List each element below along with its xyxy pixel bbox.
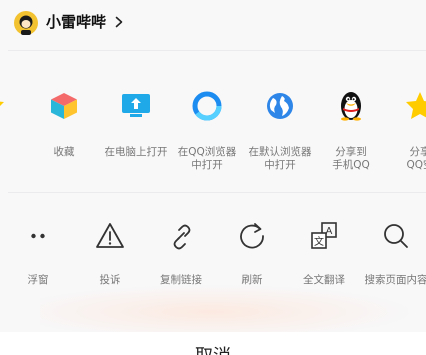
cube-favorite-icon — [51, 93, 77, 119]
cancel-bar[interactable]: 取消 — [0, 332, 426, 355]
share-item-label: 分享到 手机QQ — [332, 146, 370, 171]
monitor-upload-icon — [122, 94, 150, 117]
username[interactable]: 小雷哔哔 — [46, 12, 106, 32]
warning-icon — [96, 223, 124, 248]
search-icon — [384, 224, 408, 248]
header-divider — [8, 50, 426, 51]
share-row: 面 收藏 在电脑上打开 在QQ浏览器 中打开 — [0, 54, 426, 190]
share-item-label: 面 — [0, 146, 27, 159]
qzone-star-icon — [406, 92, 426, 119]
refresh-icon — [240, 223, 264, 249]
qq-penguin-icon — [341, 92, 361, 121]
share-item-label: 在QQ浏览器 中打开 — [177, 146, 237, 171]
share-item-partial[interactable]: 面 — [0, 54, 27, 190]
share-sheet: 小雷哔哔 面 收藏 在电脑上打开 — [0, 0, 426, 355]
avatar-icon — [14, 11, 38, 35]
float-window-icon — [31, 233, 45, 239]
share-item-label: 在电脑上打开 — [104, 146, 168, 158]
qq-browser-icon — [192, 91, 222, 121]
share-item-default-browser[interactable]: 在默认浏览器 中打开 — [243, 54, 317, 190]
chevron-right-icon[interactable] — [114, 16, 124, 28]
share-item-label: 收藏 — [53, 146, 75, 158]
svg-text:文: 文 — [314, 235, 324, 248]
user-header[interactable]: 小雷哔哔 — [0, 0, 426, 48]
share-item-qzone[interactable]: 分享 QQ空 — [383, 54, 426, 190]
share-item-favorite[interactable]: 收藏 — [27, 54, 101, 190]
globe-browser-icon — [267, 93, 293, 119]
share-item-label: 分享 QQ空 — [406, 146, 426, 171]
share-item-mobile-qq[interactable]: 分享到 手机QQ — [314, 54, 388, 190]
partial-icon — [0, 101, 4, 106]
row-divider — [8, 192, 426, 193]
translate-icon: A 文 — [311, 222, 337, 249]
link-icon — [173, 224, 191, 250]
share-item-label: 在默认浏览器 中打开 — [248, 146, 312, 171]
share-item-qq-browser[interactable]: 在QQ浏览器 中打开 — [170, 54, 244, 190]
cancel-button[interactable]: 取消 — [0, 346, 426, 355]
share-item-open-on-pc[interactable]: 在电脑上打开 — [99, 54, 173, 190]
